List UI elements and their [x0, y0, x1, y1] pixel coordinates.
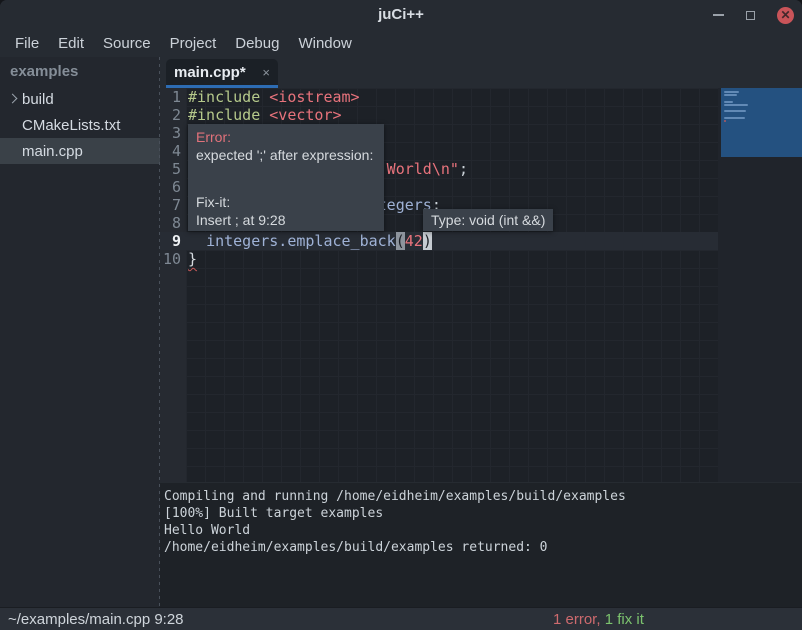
- menu-item-edit[interactable]: Edit: [58, 35, 84, 52]
- window-controls: ✕: [713, 0, 794, 30]
- title-bar[interactable]: juCi++ ✕: [0, 0, 802, 30]
- menu-item-project[interactable]: Project: [170, 35, 217, 52]
- line-number: 7: [160, 196, 186, 214]
- code-token: (: [396, 232, 405, 250]
- build-output-console: Compiling and running /home/eidheim/exam…: [160, 482, 802, 607]
- tooltip-spacer: [196, 164, 376, 193]
- chevron-right-icon[interactable]: [8, 94, 18, 104]
- tab-label: main.cpp*: [174, 64, 246, 81]
- line-number: 3: [160, 124, 186, 142]
- line-code: integers.emplace_back(42): [186, 232, 432, 250]
- error-tooltip-message: expected ';' after expression:: [196, 146, 376, 164]
- code-token: <vector>: [269, 106, 341, 124]
- line-number: 1: [160, 88, 186, 106]
- type-tooltip: Type: void (int &&): [423, 209, 553, 231]
- minimap-line: [724, 117, 745, 119]
- error-tooltip-title: Error:: [196, 128, 376, 146]
- minimap[interactable]: [718, 88, 802, 482]
- menu-item-debug[interactable]: Debug: [235, 35, 279, 52]
- minimap-line: [724, 94, 737, 96]
- window-title: juCi++: [0, 6, 802, 23]
- pane-splitter[interactable]: [159, 57, 160, 607]
- tree-item-label: build: [22, 91, 54, 108]
- line-number: 8: [160, 214, 186, 232]
- code-token: }: [188, 250, 197, 268]
- menu-item-window[interactable]: Window: [298, 35, 351, 52]
- code-token: [188, 232, 206, 250]
- file-tree: build CMakeLists.txt main.cpp: [0, 86, 160, 164]
- fixit-tooltip-text: Insert ; at 9:28: [196, 211, 376, 229]
- minimap-viewport[interactable]: [721, 88, 802, 157]
- tree-item-build[interactable]: build: [0, 86, 160, 112]
- minimap-line: [724, 101, 733, 103]
- code-editor[interactable]: 1#include <iostream>2#include <vector>34…: [160, 88, 802, 482]
- tree-item-main-cpp[interactable]: main.cpp: [0, 138, 160, 164]
- tree-item-label: main.cpp: [22, 143, 83, 160]
- minimap-line: [724, 91, 739, 93]
- line-number: 10: [160, 250, 186, 268]
- minimap-line: [724, 104, 748, 106]
- menu-item-source[interactable]: Source: [103, 35, 151, 52]
- minimize-icon[interactable]: [713, 14, 724, 16]
- tree-item-cmakelists-txt[interactable]: CMakeLists.txt: [0, 112, 160, 138]
- close-icon[interactable]: ✕: [777, 7, 794, 24]
- code-line-9[interactable]: 9 integers.emplace_back(42): [160, 232, 718, 250]
- line-code: }: [186, 250, 197, 268]
- code-token: ;: [459, 160, 468, 178]
- code-token: ): [423, 232, 432, 250]
- line-number: 2: [160, 106, 186, 124]
- status-fixit-count: 1 fix it: [601, 611, 644, 628]
- menu-item-file[interactable]: File: [15, 35, 39, 52]
- status-bar: ~/examples/main.cpp 9:28 1 error, 1 fix …: [0, 607, 802, 630]
- project-sidebar: examples build CMakeLists.txt main.cpp: [0, 57, 160, 607]
- code-line-2[interactable]: 2#include <vector>: [160, 106, 718, 124]
- console-output-line: Hello World: [164, 522, 802, 539]
- line-number: 9: [160, 232, 186, 250]
- code-line-1[interactable]: 1#include <iostream>: [160, 88, 718, 106]
- status-error-count: 1 error,: [553, 611, 601, 628]
- tab-strip: main.cpp* ×: [160, 57, 802, 88]
- error-tooltip: Error: expected ';' after expression: Fi…: [188, 124, 384, 231]
- juci-window: juCi++ ✕ File Edit Source Project Debug Windo…: [0, 0, 802, 630]
- code-token: <iostream>: [269, 88, 359, 106]
- line-number: 6: [160, 178, 186, 196]
- fixit-tooltip-title: Fix-it:: [196, 193, 376, 211]
- line-code: #include <vector>: [186, 106, 342, 124]
- code-token: 42: [405, 232, 423, 250]
- console-output-line: /home/eidheim/examples/build/examples re…: [164, 539, 802, 556]
- line-code: #include <iostream>: [186, 88, 360, 106]
- code-token: #include: [188, 88, 269, 106]
- tab-close-icon[interactable]: ×: [262, 66, 270, 79]
- minimap-line: [724, 110, 746, 112]
- line-number: 5: [160, 160, 186, 178]
- project-name: examples: [0, 57, 160, 86]
- status-file-location: ~/examples/main.cpp 9:28: [8, 611, 184, 628]
- status-diagnostics: 1 error, 1 fix it: [553, 611, 644, 628]
- tab-main-cpp[interactable]: main.cpp* ×: [166, 59, 278, 88]
- restore-icon[interactable]: [746, 11, 755, 20]
- tree-item-label: CMakeLists.txt: [22, 117, 120, 134]
- code-line-10[interactable]: 10}: [160, 250, 718, 268]
- line-number: 4: [160, 142, 186, 160]
- minimap-line: [724, 120, 726, 122]
- code-token: #include: [188, 106, 269, 124]
- console-output-line: [100%] Built target examples: [164, 505, 802, 522]
- console-output-line: Compiling and running /home/eidheim/exam…: [164, 488, 802, 505]
- menu-bar: File Edit Source Project Debug Window: [0, 30, 802, 57]
- code-token: integers.emplace_back: [206, 232, 396, 250]
